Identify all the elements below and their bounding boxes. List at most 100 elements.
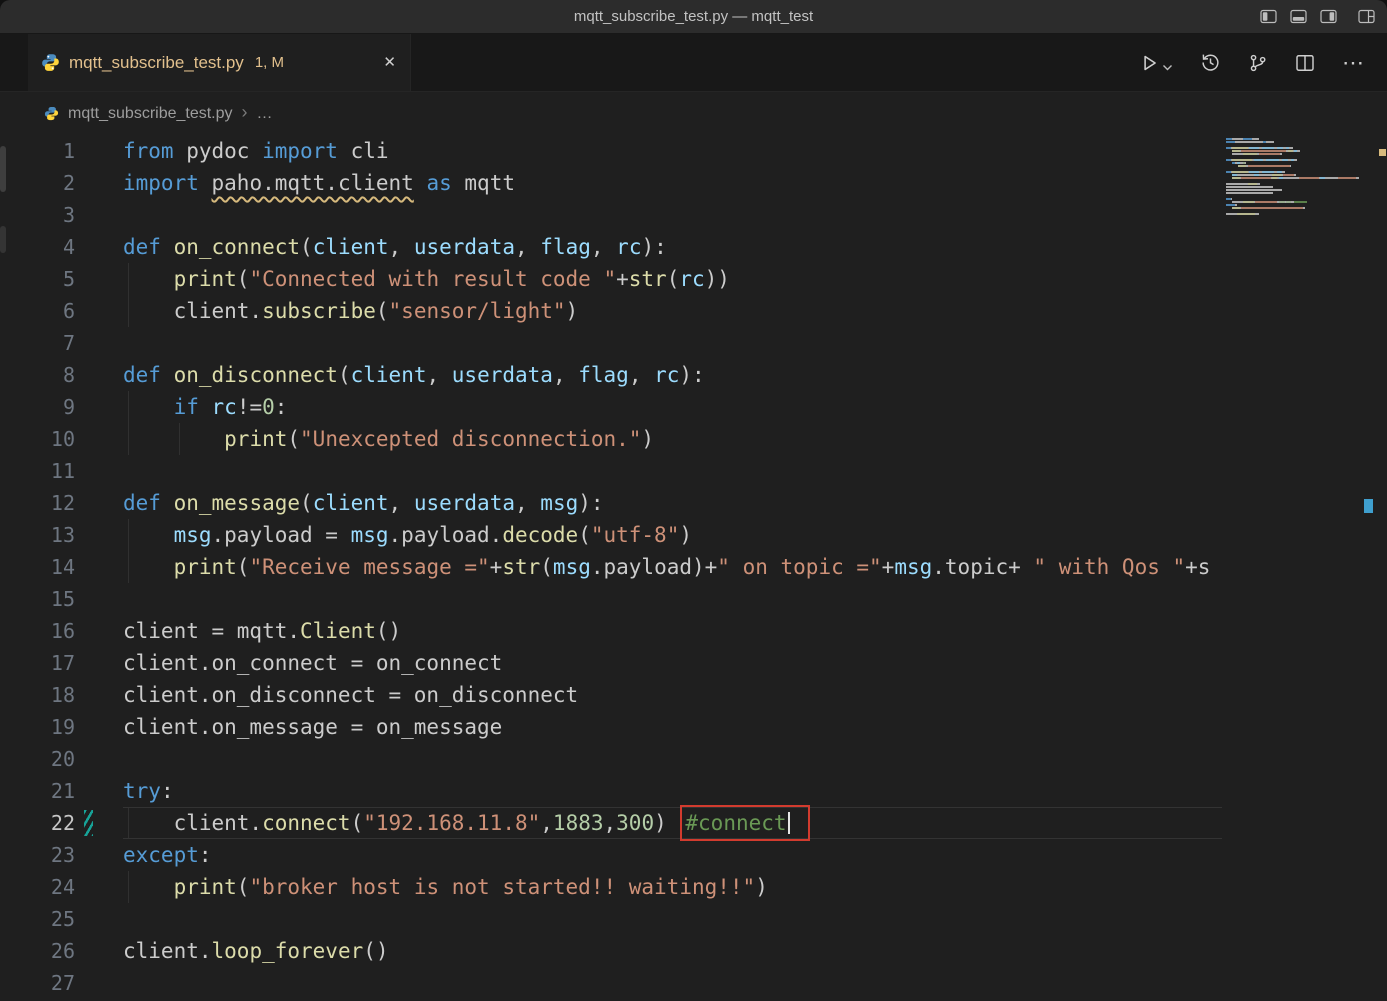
code-text[interactable] [123,327,1222,359]
code-text[interactable] [123,967,1222,999]
code-text[interactable]: if rc!=0: [123,391,1222,423]
code-line[interactable]: 22 client.connect("192.168.11.8",1883,30… [0,805,1222,841]
code-line[interactable]: 20 [0,743,1222,775]
code-text[interactable]: print("Unexcepted disconnection.") [123,423,1222,455]
code-line[interactable]: 7 [0,327,1222,359]
code-text[interactable] [123,583,1222,615]
code-line[interactable]: 24 print("broker host is not started!! w… [0,871,1222,903]
toggle-primary-sidebar-icon[interactable] [1260,9,1277,24]
window-edge-artifact [0,226,6,253]
editor-actions: ⋯ [1139,34,1365,91]
chevron-down-icon[interactable] [1162,62,1173,73]
tab-mqtt-subscribe-test[interactable]: mqtt_subscribe_test.py 1, M ✕ [28,34,411,91]
code-line[interactable]: 3 [0,199,1222,231]
code-line[interactable]: 17 client.on_connect = on_connect [0,647,1222,679]
code-line[interactable]: 27 [0,967,1222,999]
annotation-box: #connect [680,805,810,841]
line-number: 11 [50,459,75,483]
toggle-panel-icon[interactable] [1290,9,1307,24]
code-text[interactable] [123,903,1222,935]
code-text[interactable] [123,199,1222,231]
breadcrumb-file[interactable]: mqtt_subscribe_test.py [68,105,233,123]
code-text[interactable]: try: [123,775,1222,807]
line-number: 18 [50,683,75,707]
code-text[interactable]: print("broker host is not started!! wait… [123,871,1222,903]
line-number: 27 [50,971,75,995]
tab-close-icon[interactable]: ✕ [383,55,396,70]
code-text[interactable]: client.on_connect = on_connect [123,647,1222,679]
overview-ruler[interactable] [1379,135,1387,1001]
layout-controls [1260,0,1375,33]
breadcrumb-symbol-ellipsis[interactable]: … [257,105,273,123]
editor-tab-bar: mqtt_subscribe_test.py 1, M ✕ ⋯ [0,34,1387,92]
code-text[interactable]: except: [123,839,1222,871]
code-line[interactable]: 15 [0,583,1222,615]
code-text[interactable]: import paho.mqtt.client as mqtt [123,167,1222,199]
code-text[interactable]: def on_connect(client, userdata, flag, r… [123,231,1222,263]
code-line[interactable]: 18 client.on_disconnect = on_disconnect [0,679,1222,711]
code-text[interactable]: client.on_message = on_message [123,711,1222,743]
code-line[interactable]: 9 if rc!=0: [0,391,1222,423]
code-text[interactable]: client.on_disconnect = on_disconnect [123,679,1222,711]
gutter [75,391,123,423]
warning-underlined-text: paho.mqtt.client [211,171,414,195]
code-line[interactable]: 21 try: [0,775,1222,807]
code-line[interactable]: 14 print("Receive message ="+str(msg.pay… [0,551,1222,583]
code-line[interactable]: 19 client.on_message = on_message [0,711,1222,743]
window-titlebar[interactable]: mqtt_subscribe_test.py — mqtt_test [0,0,1387,34]
code-line[interactable]: 2 import paho.mqtt.client as mqtt [0,167,1222,199]
code-text[interactable]: def on_disconnect(client, userdata, flag… [123,359,1222,391]
indent-guide [128,423,129,455]
toggle-secondary-sidebar-icon[interactable] [1320,9,1337,24]
line-number: 15 [50,587,75,611]
code-text[interactable]: print("Connected with result code "+str(… [123,263,1222,295]
code-text[interactable]: client = mqtt.Client() [123,615,1222,647]
minimap-line [1226,165,1380,167]
code-text[interactable] [123,455,1222,487]
editor-pane[interactable]: 1 from pydoc import cli 2 import paho.mqtt.… [0,135,1387,1001]
minimap-line [1226,138,1380,140]
code-line[interactable]: 26 client.loop_forever() [0,935,1222,967]
minimap[interactable] [1222,135,1380,1001]
line-number: 23 [50,843,75,867]
code-text[interactable]: client.subscribe("sensor/light") [123,295,1222,327]
code-text[interactable]: client.loop_forever() [123,935,1222,967]
code-text[interactable]: def on_message(client, userdata, msg): [123,487,1222,519]
gutter [75,231,123,263]
code-line[interactable]: 13 msg.payload = msg.payload.decode("utf… [0,519,1222,551]
code-lines[interactable]: 1 from pydoc import cli 2 import paho.mqtt.… [0,135,1222,1001]
minimap-line [1226,195,1380,197]
code-line[interactable]: 11 [0,455,1222,487]
run-python-file-button[interactable] [1139,53,1173,73]
code-text[interactable]: client.connect("192.168.11.8",1883,300) … [123,805,1222,841]
gutter [75,775,123,807]
code-line[interactable]: 8 def on_disconnect(client, userdata, fla… [0,359,1222,391]
code-line[interactable]: 23 except: [0,839,1222,871]
timeline-history-icon[interactable] [1200,52,1221,73]
minimap-line [1226,153,1380,155]
code-line[interactable]: 25 [0,903,1222,935]
code-line[interactable]: 1 from pydoc import cli [0,135,1222,167]
code-line[interactable]: 4 def on_connect(client, userdata, flag, … [0,231,1222,263]
more-actions-icon[interactable]: ⋯ [1342,50,1365,76]
code-line[interactable]: 12 def on_message(client, userdata, msg): [0,487,1222,519]
open-changes-icon[interactable] [1248,53,1268,73]
line-number: 3 [62,203,75,227]
split-editor-icon[interactable] [1295,53,1315,73]
customize-layout-icon[interactable] [1358,9,1375,24]
code-text[interactable]: from pydoc import cli [123,135,1222,167]
minimap-line [1226,192,1380,194]
code-line[interactable]: 10 print("Unexcepted disconnection.") [0,423,1222,455]
code-text[interactable] [123,743,1222,775]
minimap-line [1226,177,1380,179]
line-number: 14 [50,555,75,579]
code-line[interactable]: 16 client = mqtt.Client() [0,615,1222,647]
code-line[interactable]: 5 print("Connected with result code "+st… [0,263,1222,295]
code-text[interactable]: print("Receive message ="+str(msg.payloa… [123,551,1222,583]
line-number: 1 [62,139,75,163]
line-number: 5 [62,267,75,291]
gutter [75,551,123,583]
code-line[interactable]: 6 client.subscribe("sensor/light") [0,295,1222,327]
code-text[interactable]: msg.payload = msg.payload.decode("utf-8"… [123,519,1222,551]
window-edge-artifact [0,146,6,192]
